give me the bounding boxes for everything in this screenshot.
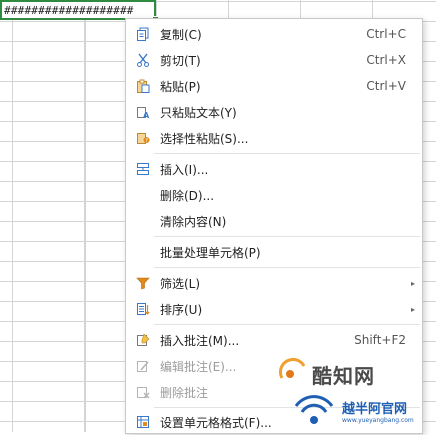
menu-separator	[154, 267, 420, 268]
menu-item-format-cells[interactable]: 设置单元格格式(F)...	[126, 409, 422, 435]
menu-item-label: 插入批注(M)...	[160, 333, 240, 348]
menu-separator	[154, 153, 420, 154]
menu-item-sort[interactable]: 排序(U) ▸	[126, 296, 422, 322]
menu-item-delete[interactable]: 删除(D)...	[126, 182, 422, 208]
menu-item-label: 清除内容(N)	[160, 214, 227, 229]
cell-value: ###################	[4, 4, 134, 17]
menu-item-filter[interactable]: 筛选(L) ▸	[126, 270, 422, 296]
paste-text-icon: A	[135, 104, 151, 120]
shortcut-text: Ctrl+C	[366, 27, 406, 41]
menu-item-label: 只粘贴文本(Y)	[160, 105, 237, 120]
menu-item-label: 粘贴(P)	[160, 79, 201, 94]
menu-item-copy[interactable]: 复制(C) Ctrl+C	[126, 21, 422, 47]
sort-icon	[135, 301, 151, 317]
menu-separator	[154, 324, 420, 325]
menu-separator	[154, 407, 420, 408]
menu-item-label: 批量处理单元格(P)	[160, 245, 261, 260]
menu-item-label: 剪切(T)	[160, 53, 201, 68]
menu-item-insert[interactable]: 插入(I)...	[126, 156, 422, 182]
menu-item-label: 编辑批注(E)...	[160, 359, 237, 374]
menu-item-label: 设置单元格格式(F)...	[160, 415, 272, 430]
menu-item-paste-special[interactable]: ? 选择性粘贴(S)...	[126, 125, 422, 151]
menu-separator	[154, 236, 420, 237]
edit-comment-icon	[135, 358, 151, 374]
svg-text:A: A	[143, 111, 150, 119]
menu-item-batch-process-cells[interactable]: 批量处理单元格(P)	[126, 239, 422, 265]
submenu-arrow-icon: ▸	[410, 278, 415, 288]
insert-comment-icon	[135, 332, 151, 348]
scissors-icon	[135, 52, 151, 68]
menu-item-label: 选择性粘贴(S)...	[160, 131, 249, 146]
menu-item-label: 排序(U)	[160, 302, 203, 317]
submenu-arrow-icon: ▸	[410, 304, 415, 314]
insert-cells-icon	[135, 161, 151, 177]
shortcut-text: Shift+F2	[354, 333, 406, 347]
menu-item-insert-comment[interactable]: 插入批注(M)... Shift+F2	[126, 327, 422, 353]
shortcut-text: Ctrl+V	[366, 79, 406, 93]
delete-comment-icon	[135, 384, 151, 400]
filter-icon	[135, 275, 151, 291]
context-menu: 复制(C) Ctrl+C 剪切(T) Ctrl+X 粘贴(P) Ctrl+V A…	[125, 18, 423, 434]
column-divider	[85, 0, 86, 432]
format-cells-icon	[135, 414, 151, 430]
menu-item-label: 删除(D)...	[160, 188, 215, 203]
copy-icon	[135, 26, 151, 42]
menu-item-delete-comment: 删除批注	[126, 379, 422, 405]
shortcut-text: Ctrl+X	[366, 53, 406, 67]
menu-item-clear-contents[interactable]: 清除内容(N)	[126, 208, 422, 234]
menu-item-paste-text-only[interactable]: A 只粘贴文本(Y)	[126, 99, 422, 125]
menu-item-label: 插入(I)...	[160, 162, 209, 177]
menu-item-cut[interactable]: 剪切(T) Ctrl+X	[126, 47, 422, 73]
menu-item-label: 删除批注	[160, 385, 209, 400]
menu-item-label: 复制(C)	[160, 27, 202, 42]
paste-special-icon: ?	[135, 130, 151, 146]
menu-item-paste[interactable]: 粘贴(P) Ctrl+V	[126, 73, 422, 99]
svg-text:?: ?	[145, 138, 148, 144]
menu-item-label: 筛选(L)	[160, 276, 201, 291]
selected-cell[interactable]: ###################	[0, 0, 156, 20]
menu-item-edit-comment: 编辑批注(E)...	[126, 353, 422, 379]
paste-icon	[135, 78, 151, 94]
